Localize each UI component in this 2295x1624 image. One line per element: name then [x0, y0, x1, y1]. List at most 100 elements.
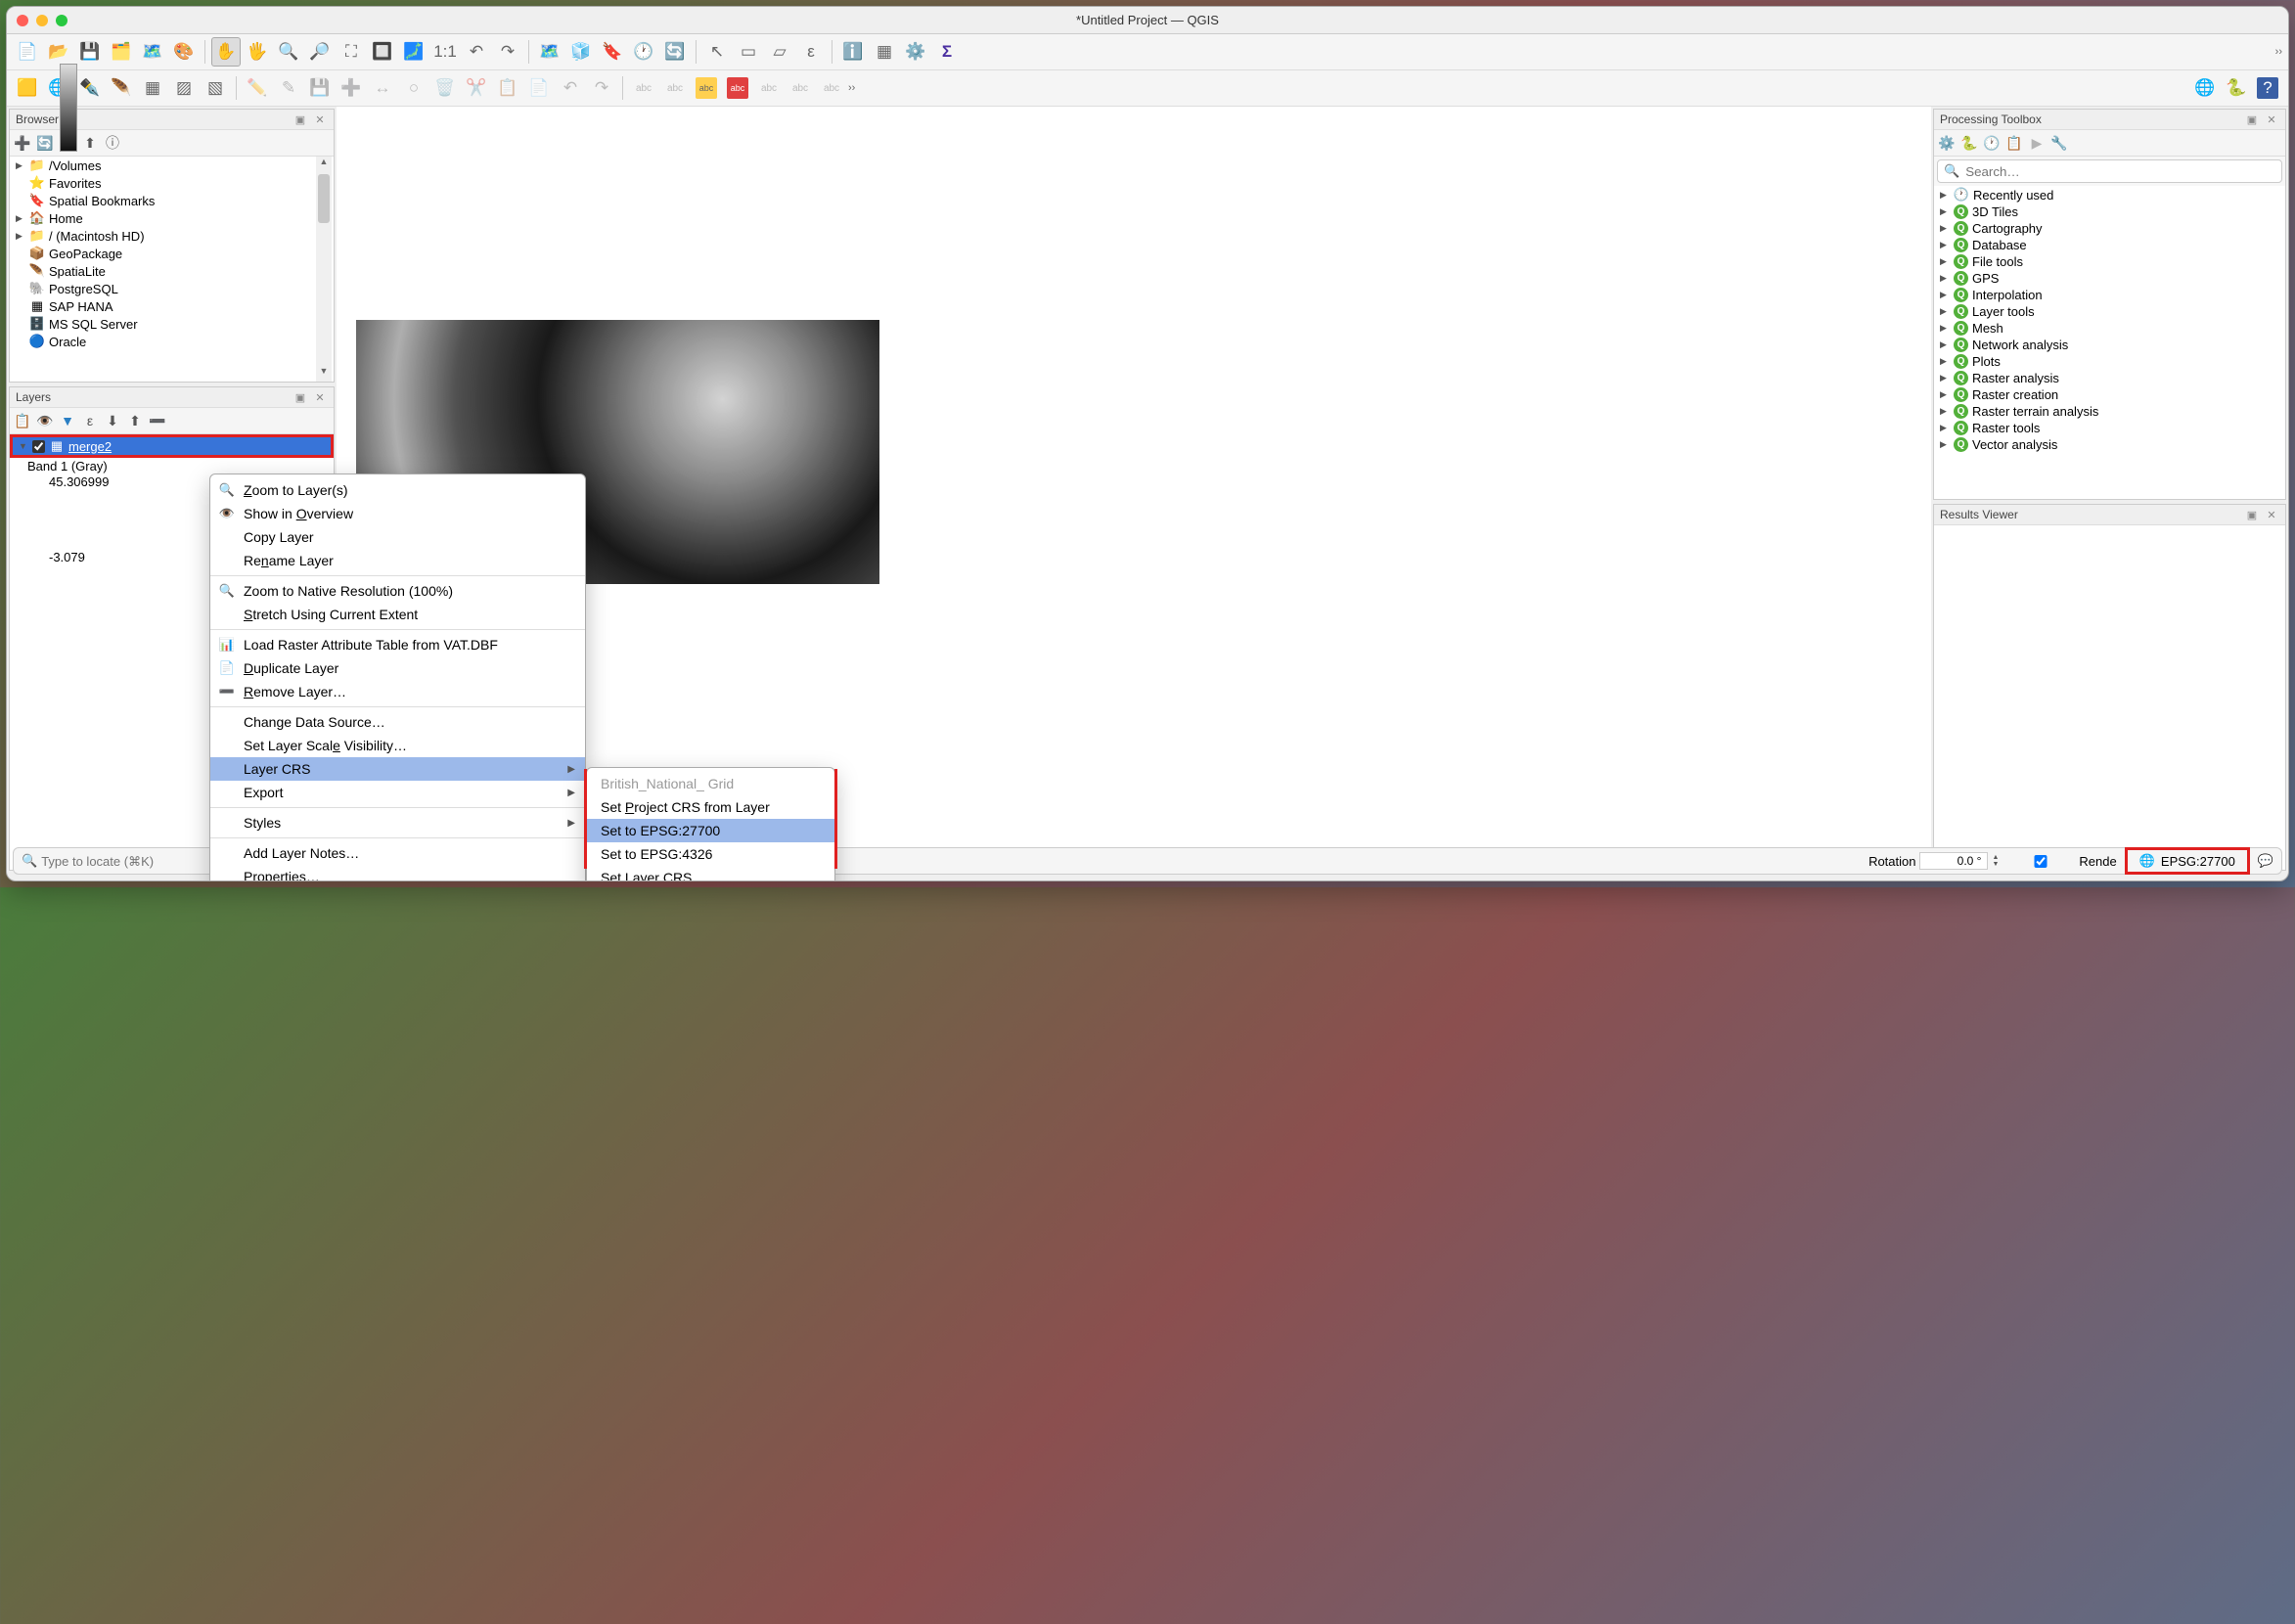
browser-item[interactable]: ▶ 🏠 Home: [10, 209, 334, 227]
remove-icon[interactable]: ➖: [148, 411, 167, 430]
copy-button[interactable]: 📋: [493, 73, 522, 103]
web-button[interactable]: 🌐: [2190, 73, 2220, 103]
chevron-right-icon[interactable]: ▶: [1940, 323, 1950, 334]
chevron-right-icon[interactable]: ▶: [1940, 439, 1950, 450]
style-manager-button[interactable]: 🎨: [169, 37, 199, 67]
zoom-native-button[interactable]: 1:1: [430, 37, 460, 67]
settings-button[interactable]: ⚙️: [901, 37, 930, 67]
browser-item[interactable]: ▶ 📁 / (Macintosh HD): [10, 227, 334, 245]
browser-item[interactable]: ⭐ Favorites: [10, 174, 334, 192]
processing-group[interactable]: ▶QRaster analysis: [1934, 370, 2285, 386]
context-menu-item[interactable]: 🔍Zoom to Layer(s): [210, 478, 585, 502]
chevron-down-icon[interactable]: ▼: [19, 441, 28, 451]
browser-item[interactable]: 📦 GeoPackage: [10, 245, 334, 262]
submenu-item-set-layer-crs[interactable]: Set Layer CRS…: [587, 866, 834, 881]
paste-button[interactable]: 📄: [524, 73, 554, 103]
python-button[interactable]: 🐍: [2222, 73, 2251, 103]
filter-icon[interactable]: ▼: [58, 411, 77, 430]
new-print-layout-button[interactable]: 🗂️: [107, 37, 136, 67]
processing-group[interactable]: ▶Q3D Tiles: [1934, 203, 2285, 220]
processing-search[interactable]: 🔍: [1937, 159, 2282, 183]
context-menu-item[interactable]: Change Data Source…: [210, 710, 585, 734]
help-button[interactable]: ?: [2253, 73, 2282, 103]
pan-to-selection-button[interactable]: 🖐️: [243, 37, 272, 67]
browser-item[interactable]: ▦ SAP HANA: [10, 297, 334, 315]
dock-icon[interactable]: ▣: [2244, 112, 2260, 127]
new-map-view-button[interactable]: 🗺️: [535, 37, 564, 67]
browser-item[interactable]: 🔖 Spatial Bookmarks: [10, 192, 334, 209]
context-menu-item[interactable]: Add Layer Notes…: [210, 841, 585, 865]
dock-icon[interactable]: ▣: [292, 389, 308, 405]
processing-group[interactable]: ▶QGPS: [1934, 270, 2285, 287]
temporal-button[interactable]: 🕐: [629, 37, 658, 67]
processing-group[interactable]: ▶QLayer tools: [1934, 303, 2285, 320]
refresh-icon[interactable]: 🔄: [35, 133, 55, 153]
browser-item[interactable]: 🪶 SpatiaLite: [10, 262, 334, 280]
browser-item[interactable]: ▶ 📁 /Volumes: [10, 157, 334, 174]
dock-icon[interactable]: ▣: [292, 112, 308, 127]
dock-icon[interactable]: ▣: [2244, 507, 2260, 522]
results-icon[interactable]: 📋: [2004, 133, 2024, 153]
processing-group[interactable]: ▶QMesh: [1934, 320, 2285, 337]
chevron-right-icon[interactable]: ▶: [16, 213, 25, 224]
messages-icon[interactable]: 💬: [2258, 853, 2273, 869]
model-icon[interactable]: ⚙️: [1937, 133, 1957, 153]
select-by-expr-button[interactable]: ε: [796, 37, 826, 67]
browser-item[interactable]: 🔵 Oracle: [10, 333, 334, 350]
identify-button[interactable]: ℹ️: [838, 37, 868, 67]
new-3d-view-button[interactable]: 🧊: [566, 37, 596, 67]
scroll-thumb[interactable]: [318, 174, 330, 223]
new-bookmark-button[interactable]: 🔖: [598, 37, 627, 67]
label2-button[interactable]: abc: [660, 73, 690, 103]
overflow-chevron-icon[interactable]: ››: [848, 82, 855, 94]
edit-pencil-button[interactable]: ✏️: [243, 73, 272, 103]
submenu-item-set-epsg-27700[interactable]: Set to EPSG:27700: [587, 819, 834, 842]
label-abc-y-button[interactable]: abc: [692, 73, 721, 103]
redo-button[interactable]: ↷: [587, 73, 616, 103]
processing-group[interactable]: ▶QVector analysis: [1934, 436, 2285, 453]
stepper-up-icon[interactable]: ▲: [1992, 854, 1999, 861]
processing-group[interactable]: ▶QRaster tools: [1934, 420, 2285, 436]
processing-group[interactable]: ▶QCartography: [1934, 220, 2285, 237]
wrench-icon[interactable]: 🔧: [2049, 133, 2069, 153]
deselect-button[interactable]: ▱: [765, 37, 794, 67]
chevron-right-icon[interactable]: ▶: [1940, 389, 1950, 400]
processing-group[interactable]: ▶QRaster terrain analysis: [1934, 403, 2285, 420]
collapse-icon[interactable]: ⬆: [80, 133, 100, 153]
eye-icon[interactable]: 👁️: [35, 411, 55, 430]
locator-input[interactable]: [41, 854, 188, 869]
add-feature-button[interactable]: ➕: [337, 73, 366, 103]
browser-item[interactable]: 🗄️ MS SQL Server: [10, 315, 334, 333]
chevron-right-icon[interactable]: ▶: [1940, 240, 1950, 250]
processing-group[interactable]: ▶QNetwork analysis: [1934, 337, 2285, 353]
scrollbar[interactable]: ▲ ▼: [316, 157, 332, 382]
open-project-button[interactable]: 📂: [44, 37, 73, 67]
expand-icon[interactable]: ⬇: [103, 411, 122, 430]
layout-manager-button[interactable]: 🗺️: [138, 37, 167, 67]
overflow-chevron-icon[interactable]: ››: [2275, 46, 2282, 58]
python-icon[interactable]: 🐍: [1959, 133, 1979, 153]
browser-item[interactable]: 🐘 PostgreSQL: [10, 280, 334, 297]
new-shapefile-button[interactable]: 🪶: [107, 73, 136, 103]
chevron-right-icon[interactable]: ▶: [1940, 256, 1950, 267]
raster-calc-button[interactable]: ▦: [138, 73, 167, 103]
attribute-table-button[interactable]: ▦: [870, 37, 899, 67]
edit-in-place-icon[interactable]: ▶: [2027, 133, 2047, 153]
chevron-right-icon[interactable]: ▶: [1940, 423, 1950, 433]
add-layer-icon[interactable]: ➕: [13, 133, 32, 153]
zoom-layer-button[interactable]: 🗾: [399, 37, 428, 67]
crs-button[interactable]: 🌐 EPSG:27700: [2125, 847, 2250, 875]
scroll-down-icon[interactable]: ▼: [316, 366, 332, 382]
history-icon[interactable]: 🕐: [1982, 133, 2002, 153]
chevron-right-icon[interactable]: ▶: [1940, 223, 1950, 234]
processing-group[interactable]: ▶QFile tools: [1934, 253, 2285, 270]
context-menu-item[interactable]: Layer CRS▶: [210, 757, 585, 781]
undo-button[interactable]: ↶: [556, 73, 585, 103]
scroll-up-icon[interactable]: ▲: [316, 157, 332, 172]
submenu-item-set-epsg-4326[interactable]: Set to EPSG:4326: [587, 842, 834, 866]
close-icon[interactable]: ✕: [312, 112, 328, 127]
zoom-in-button[interactable]: 🔍: [274, 37, 303, 67]
virtual-layer-button[interactable]: ▧: [201, 73, 230, 103]
zoom-full-button[interactable]: ⛶: [337, 37, 366, 67]
layer-visibility-checkbox[interactable]: [32, 440, 45, 453]
